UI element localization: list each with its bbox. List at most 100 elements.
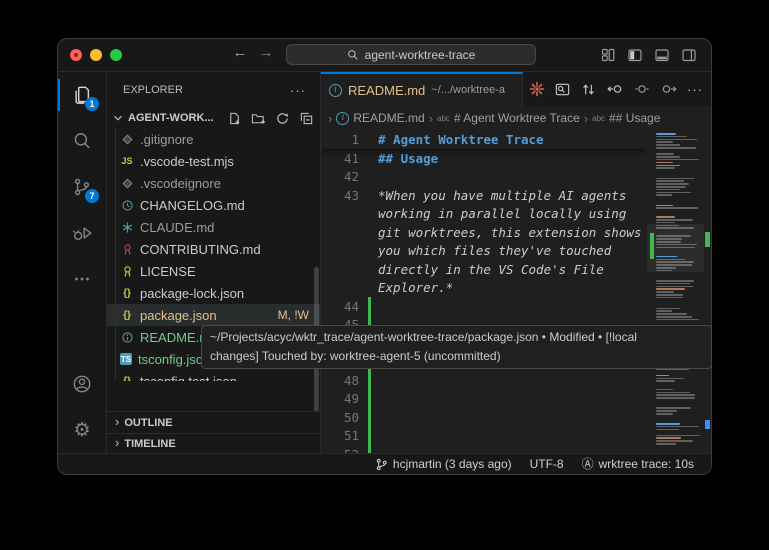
minimap[interactable] [647,130,704,453]
maximize-button[interactable] [110,49,122,61]
git-added-marker [368,279,371,298]
toggle-panel-icon[interactable] [654,47,670,63]
command-center[interactable]: agent-worktree-trace [286,44,536,65]
minimap-text-line [656,435,700,437]
git-branch-status[interactable]: hcjmartin (3 days ago) [366,457,521,471]
explorer-toolbar [227,111,314,126]
minimap-text-line [656,380,675,382]
minimap-text-line [656,225,679,227]
info-file-icon: i [336,112,349,125]
minimap-text-line [656,291,674,293]
minimap-text-line [656,316,692,318]
line-number: 51 [321,428,368,443]
editor-line[interactable]: 1 # Agent Worktree Trace [321,130,647,149]
editor-line[interactable]: you which files they've touched [321,242,647,261]
source-control-activity-icon[interactable]: 7 [58,164,106,210]
editor-line[interactable]: 42 [321,168,647,187]
sidebar-more-actions-icon[interactable]: ··· [290,83,306,98]
new-file-icon[interactable] [227,111,242,126]
minimize-button[interactable] [90,49,102,61]
refresh-icon[interactable] [275,111,290,126]
editor-line[interactable]: 44 [321,297,647,316]
current-change-icon[interactable] [633,80,651,98]
additional-views-icon[interactable] [58,256,106,302]
file-row[interactable]: CONTRIBUTING.md [107,238,320,260]
file-row[interactable]: {} package-lock.json [107,282,320,304]
encoding-status[interactable]: UTF-8 [521,457,573,471]
file-row[interactable]: {} tsconfig.test.json [107,370,320,381]
minimap-text-line [656,238,682,240]
minimap-text-line [656,189,680,191]
editor-line[interactable]: Explorer.* [321,279,647,298]
file-row[interactable]: LICENSE [107,260,320,282]
minimap-text-line [656,264,692,266]
outline-panel-header[interactable]: › OUTLINE [107,411,320,433]
timeline-panel-header[interactable]: › TIMELINE [107,433,320,453]
code-area[interactable]: 1 # Agent Worktree Trace 41 ## Usage 42 … [321,130,647,453]
file-row[interactable]: {} package.json M, !W [107,304,320,326]
explorer-activity-icon[interactable]: 1 [58,72,106,118]
file-name: tsconfig.test.json [140,374,237,382]
editor-line[interactable]: 49 [321,390,647,409]
settings-gear-icon[interactable]: ⚙ [58,407,106,453]
open-preview-icon[interactable] [554,81,571,98]
minimap-text-line [656,410,677,412]
collapse-all-icon[interactable] [299,111,314,126]
breadcrumb-label: # Agent Worktree Trace [454,111,580,125]
file-row[interactable]: JS .vscode-test.mjs [107,150,320,172]
minimap-text-line [656,283,690,285]
forward-button[interactable]: → [256,44,276,61]
file-type-icon [120,242,134,256]
back-button[interactable]: ← [230,44,250,61]
minimap-text-line [656,192,691,194]
editor-line[interactable]: 51 [321,427,647,446]
minimap-text-line [656,156,680,158]
editor-line[interactable]: 52 [321,445,647,453]
toggle-secondary-sidebar-icon[interactable] [681,47,697,63]
line-text: ## Usage [378,151,438,166]
branch-icon [375,458,388,471]
search-icon [347,49,359,61]
breadcrumb-item[interactable]: abc# Agent Worktree Trace [437,111,580,125]
run-debug-activity-icon[interactable] [58,210,106,256]
file-row[interactable]: .vscodeignore [107,172,320,194]
editor-line[interactable]: 43 *When you have multiple AI agents [321,186,647,205]
editor-line[interactable]: 48 [321,371,647,390]
extension-starburst-icon[interactable] [529,81,545,97]
file-type-icon [120,176,134,190]
toggle-primary-sidebar-icon[interactable] [627,47,643,63]
editor-line[interactable]: directly in the VS Code's File [321,260,647,279]
explorer-sidebar: EXPLORER ··· AGENT-WORK... [107,72,321,453]
minimap-text-line [656,397,695,399]
breadcrumb-item[interactable]: abc## Usage [592,111,660,125]
minimap-text-line [656,389,673,391]
breadcrumb-label: README.md [353,111,424,125]
new-folder-icon[interactable] [251,111,266,126]
minimap-text-line [656,294,683,296]
editor-line[interactable]: 50 [321,408,647,427]
folder-section-header[interactable]: AGENT-WORK... [107,108,320,128]
minimap-text-line [656,288,685,290]
editor-line[interactable]: 41 ## Usage [321,149,647,168]
minimap-text-line [656,144,680,146]
search-activity-icon[interactable] [58,118,106,164]
editor-line[interactable]: working in parallel locally using [321,205,647,224]
editor-actions: ··· [529,72,711,106]
previous-change-icon[interactable] [606,80,624,98]
compare-changes-icon[interactable] [580,81,597,98]
editor-line[interactable]: git worktrees, this extension shows [321,223,647,242]
file-row[interactable]: CHANGELOG.md [107,194,320,216]
minimap-text-line [656,159,699,161]
more-actions-icon[interactable]: ··· [687,82,703,97]
worktree-trace-status[interactable]: Ⓐ wrktree trace: 10s [573,457,703,471]
tab-readme[interactable]: i README.md ~/.../worktree-a [321,72,523,106]
file-row[interactable]: CLAUDE.md [107,216,320,238]
customize-layout-icon[interactable] [600,47,616,63]
breadcrumb-item[interactable]: i README.md [336,111,424,125]
close-button[interactable] [70,49,82,61]
overview-ruler[interactable] [704,130,711,453]
file-row[interactable]: .gitignore [107,128,320,150]
next-change-icon[interactable] [660,80,678,98]
accounts-icon[interactable] [58,361,106,407]
minimap-text-line [656,133,676,135]
